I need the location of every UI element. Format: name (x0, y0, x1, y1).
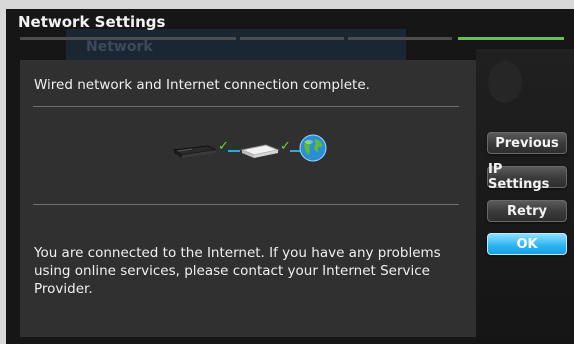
device-icon (172, 145, 216, 158)
status-headline: Wired network and Internet connection co… (34, 77, 370, 93)
progress-step-4 (458, 37, 564, 40)
divider-top (33, 106, 459, 107)
progress-step-1 (20, 37, 236, 40)
divider-bottom (33, 204, 459, 205)
background-decoration (488, 61, 522, 103)
retry-button[interactable]: Retry (487, 200, 567, 222)
progress-step-3 (348, 37, 452, 40)
status-message: You are connected to the Internet. If yo… (34, 245, 441, 297)
previous-button[interactable]: Previous (487, 132, 567, 154)
progress-step-2 (240, 37, 344, 40)
connection-line-1 (228, 150, 240, 152)
ok-button[interactable]: OK (487, 233, 567, 255)
connection-diagram: ✓ ✓ (172, 130, 328, 166)
status-panel: Wired network and Internet connection co… (20, 60, 476, 337)
router-icon (240, 144, 280, 158)
globe-icon (299, 134, 327, 162)
ip-settings-button[interactable]: IP Settings (487, 162, 567, 192)
background-network-label: Network (86, 39, 153, 55)
page-title: Network Settings (18, 13, 166, 31)
